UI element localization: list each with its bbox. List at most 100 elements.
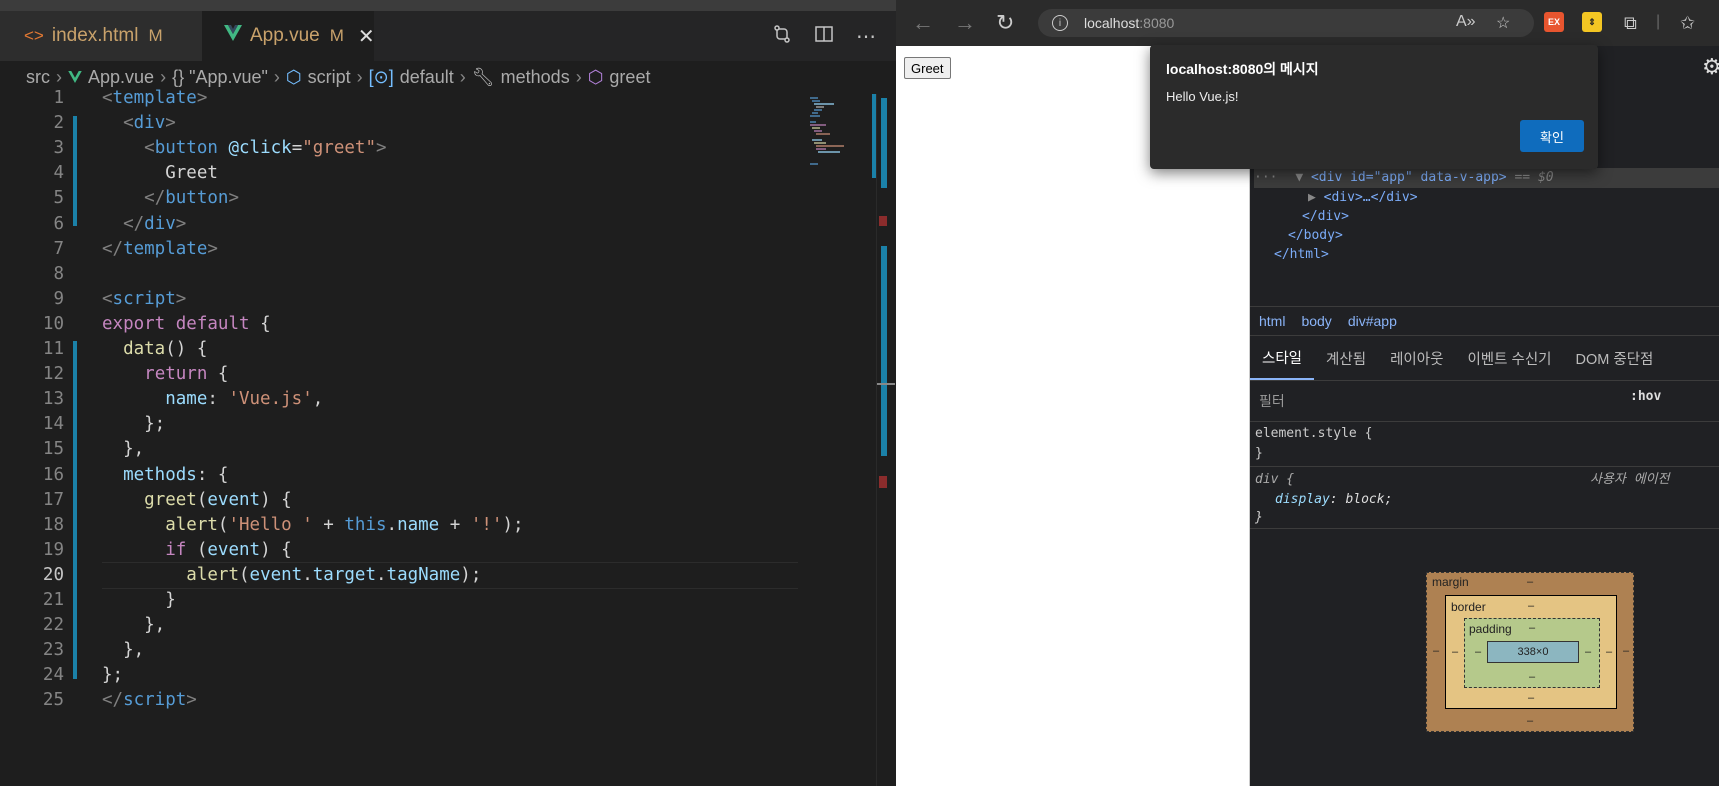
- dom-node-body-close[interactable]: </body>: [1288, 226, 1343, 246]
- filter-input[interactable]: 필터: [1259, 391, 1285, 411]
- display-declaration[interactable]: display: block;: [1275, 490, 1392, 510]
- line-number: 12: [42, 364, 64, 385]
- code-text: alert(event.target.tagName);: [102, 562, 481, 589]
- code-token: );: [460, 564, 482, 585]
- code-line[interactable]: 6 </div>: [0, 211, 800, 238]
- code-line[interactable]: 21 }: [0, 587, 800, 614]
- forward-icon[interactable]: →: [954, 10, 976, 36]
- alert-dialog: localhost:8080의 메시지 Hello Vue.js! 확인: [1150, 45, 1598, 169]
- info-icon[interactable]: i: [1052, 15, 1068, 31]
- code-line[interactable]: 16 methods: {: [0, 462, 800, 489]
- code-editor[interactable]: 1 <template> 2 <div> 3 <button @click="gree…: [0, 88, 880, 786]
- minimap[interactable]: [800, 94, 880, 786]
- dom-node-child-div[interactable]: ▶ <div>…</div>: [1308, 188, 1418, 208]
- code-line[interactable]: 9 <script>: [0, 286, 800, 313]
- element-style-rule[interactable]: element.style {: [1255, 424, 1372, 444]
- refresh-icon[interactable]: ↻: [996, 10, 1014, 36]
- crumb-div-app[interactable]: div#app: [1348, 313, 1397, 329]
- code-token: },: [102, 439, 145, 460]
- code-token: (: [196, 489, 208, 510]
- code-line[interactable]: 22 },: [0, 612, 800, 639]
- split-editor-icon[interactable]: [814, 24, 834, 49]
- code-line[interactable]: 13 name: 'Vue.js',: [0, 386, 800, 413]
- box-model-content[interactable]: 338×0: [1487, 641, 1579, 663]
- code-line[interactable]: 2 <div>: [0, 110, 800, 137]
- tab-label: index.html: [51, 25, 139, 46]
- tab-layout[interactable]: 레이아웃: [1378, 336, 1455, 380]
- code-line[interactable]: 24};: [0, 662, 800, 689]
- box-model-border[interactable]: border – – – – padding – – – – 338×0: [1445, 595, 1617, 709]
- code-token: };: [102, 665, 124, 686]
- tab-styles[interactable]: 스타일: [1250, 336, 1315, 380]
- collapsed-triangle-icon[interactable]: ▶: [1308, 190, 1316, 205]
- extension-vue-devtools-icon[interactable]: ⇕: [1582, 12, 1602, 32]
- alert-title: localhost:8080의 메시지: [1166, 61, 1319, 77]
- code-token: methods: [123, 464, 197, 485]
- favorites-icon[interactable]: ✩: [1680, 13, 1695, 34]
- code-line[interactable]: 1 <template>: [0, 85, 800, 112]
- code-line[interactable]: 25 </script>: [0, 687, 800, 714]
- hov-toggle[interactable]: :hov: [1630, 389, 1661, 404]
- tab-dom-breakpoints[interactable]: DOM 중단점: [1564, 336, 1666, 380]
- box-model-margin[interactable]: margin – – – – border – – – – padding –: [1426, 572, 1634, 732]
- line-number: 4: [53, 163, 64, 184]
- expand-triangle-icon[interactable]: ▼: [1295, 170, 1303, 185]
- divider: [1250, 528, 1719, 529]
- settings-icon[interactable]: ⚙: [1702, 54, 1719, 80]
- code-line[interactable]: 7 </template>: [0, 236, 800, 263]
- alert-ok-button[interactable]: 확인: [1520, 120, 1584, 152]
- code-line[interactable]: 4 Greet: [0, 160, 800, 187]
- read-aloud-icon[interactable]: A»: [1456, 13, 1476, 31]
- code-line[interactable]: 14 };: [0, 411, 800, 438]
- extension-ex-icon[interactable]: EX: [1544, 12, 1564, 32]
- crumb-html[interactable]: html: [1259, 313, 1285, 329]
- code-line[interactable]: 8: [0, 261, 800, 288]
- div-rule-selector[interactable]: div {: [1255, 470, 1294, 490]
- styles-filter[interactable]: 필터 :hov: [1250, 380, 1719, 422]
- dom-node-div-close[interactable]: </div>: [1302, 207, 1349, 227]
- dom-node-html-close[interactable]: </html>: [1274, 245, 1329, 265]
- code-token: </: [102, 238, 124, 259]
- code-text: };: [102, 411, 165, 438]
- code-line[interactable]: 18 alert('Hello ' + this.name + '!');: [0, 512, 800, 539]
- add-favorite-icon[interactable]: ☆: [1496, 13, 1510, 33]
- scroll-thumb[interactable]: [881, 246, 887, 456]
- box-model-padding[interactable]: padding – – – – 338×0: [1464, 618, 1600, 688]
- more-icon[interactable]: ···: [1254, 170, 1277, 185]
- tab-index-html[interactable]: <> index.html M: [0, 11, 202, 61]
- tab-event-listeners[interactable]: 이벤트 수신기: [1455, 336, 1563, 380]
- close-icon[interactable]: ✕: [358, 24, 375, 49]
- back-icon[interactable]: ←: [912, 10, 934, 36]
- code-line[interactable]: 12 return {: [0, 361, 800, 388]
- browser-window: ← → ↻ i localhost:8080 A» ☆ EX ⇕ ⧉ | ✩ G…: [896, 0, 1719, 786]
- line-number: 6: [53, 213, 64, 234]
- html-file-icon: <>: [24, 26, 44, 45]
- extensions-icon[interactable]: ⧉: [1624, 13, 1637, 34]
- code-line[interactable]: 3 <button @click="greet">: [0, 135, 800, 162]
- code-line[interactable]: 5 </button>: [0, 185, 800, 212]
- code-line[interactable]: 23 },: [0, 637, 800, 664]
- code-line[interactable]: 17 greet(event) {: [0, 487, 800, 514]
- padding-top-value: –: [1529, 622, 1536, 634]
- more-actions-icon[interactable]: ⋯: [856, 24, 876, 49]
- code-line[interactable]: 19 if (event) {: [0, 537, 800, 564]
- editor-scrollbar[interactable]: [876, 94, 896, 786]
- code-line[interactable]: 15 },: [0, 436, 800, 463]
- compare-changes-icon[interactable]: [772, 24, 792, 49]
- code-text: }: [102, 587, 176, 614]
- greet-button[interactable]: Greet: [904, 57, 951, 79]
- box-model-diagram: margin – – – – border – – – – padding –: [1426, 572, 1634, 732]
- code-token: >: [175, 288, 187, 309]
- crumb-body[interactable]: body: [1301, 313, 1331, 329]
- margin-bottom-value: –: [1527, 715, 1534, 727]
- code-line[interactable]: 11 data() {: [0, 336, 800, 363]
- code-token: this: [344, 514, 387, 535]
- dom-node-div-app[interactable]: ··· ▼ <div id="app" data-v-app> == $0: [1254, 168, 1719, 188]
- tab-app-vue[interactable]: App.vue M ✕: [202, 11, 375, 61]
- scroll-thumb[interactable]: [881, 98, 887, 188]
- code-line[interactable]: 10 export default {: [0, 311, 800, 338]
- tab-computed[interactable]: 계산됨: [1314, 336, 1378, 380]
- code-line[interactable]: 20 alert(event.target.tagName);: [0, 561, 800, 589]
